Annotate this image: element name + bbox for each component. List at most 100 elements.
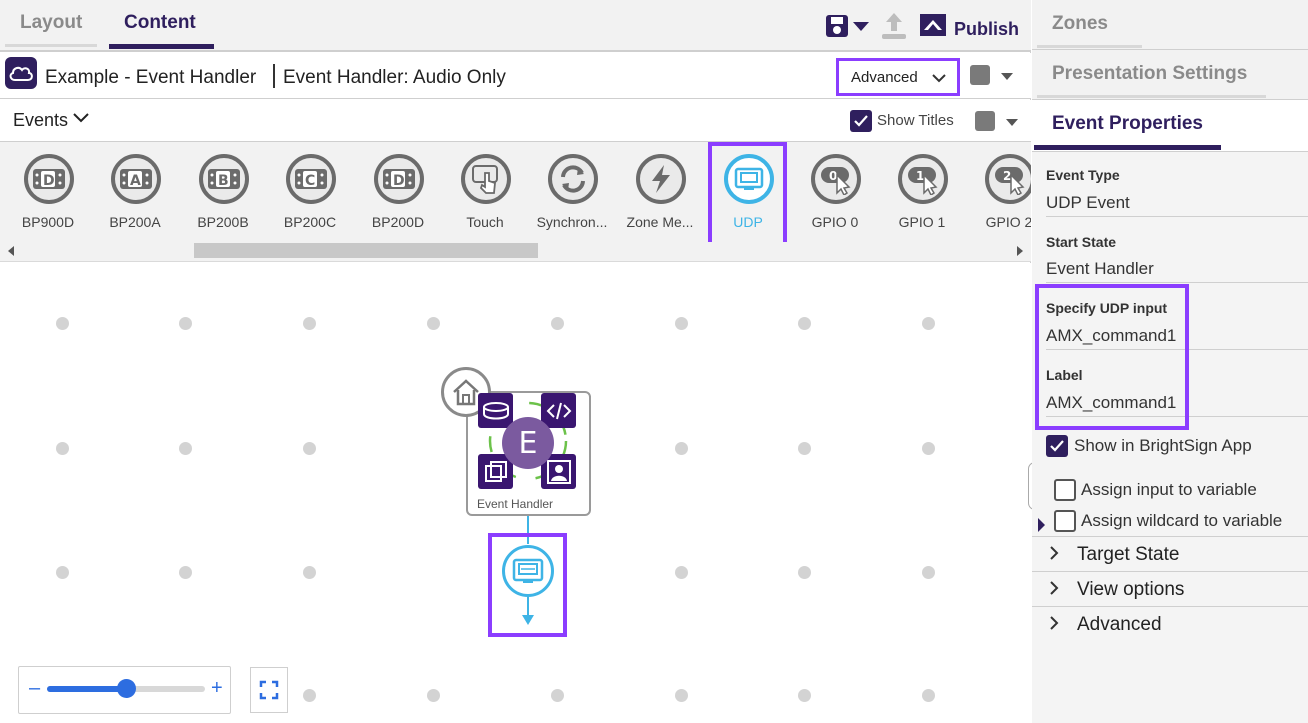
grid-dot <box>303 689 316 702</box>
button-panel-icon: A <box>111 154 161 204</box>
state-canvas[interactable]: E Event Handler – + <box>0 263 1031 723</box>
section-target-state[interactable]: Target State <box>1032 536 1308 571</box>
grid-dot <box>56 317 69 330</box>
palette-item-bp200c[interactable]: C BP200C <box>266 150 354 240</box>
options-square-button[interactable] <box>970 65 990 85</box>
fit-to-screen-button[interactable] <box>250 667 288 713</box>
svg-text:1: 1 <box>916 169 924 183</box>
chevron-right-icon <box>1050 581 1059 595</box>
grid-dot <box>922 689 935 702</box>
state-node-label: Event Handler <box>477 497 554 511</box>
options-square-button[interactable] <box>975 111 995 131</box>
grid-dot <box>798 566 811 579</box>
title-separator <box>273 64 275 88</box>
state-node-letter: E <box>502 417 554 469</box>
show-titles-checkbox[interactable] <box>850 110 872 132</box>
upload-icon[interactable] <box>880 11 908 41</box>
grid-dot <box>675 689 688 702</box>
zoom-slider-fill <box>47 686 126 692</box>
code-icon <box>541 393 576 428</box>
title-bar: Example - Event Handler Event Handler: A… <box>0 53 1031 99</box>
show-in-app-checkbox[interactable] <box>1046 435 1068 457</box>
palette-item-bp200d[interactable]: D BP200D <box>354 150 442 240</box>
assign-input-checkbox[interactable] <box>1054 479 1076 501</box>
zoom-in-button[interactable]: + <box>211 677 223 700</box>
zoom-slider-thumb[interactable] <box>117 679 136 698</box>
grid-dot <box>303 566 316 579</box>
section-advanced-label: Advanced <box>1077 614 1162 635</box>
button-panel-icon: D <box>374 154 424 204</box>
udp-event-node[interactable] <box>502 545 554 597</box>
palette-item-zone-me[interactable]: Zone Me... <box>616 150 704 240</box>
grid-dot <box>922 566 935 579</box>
zoom-control: – + <box>18 666 231 714</box>
divider <box>1046 216 1308 217</box>
palette-item-gpio-2[interactable]: 2 GPIO 2 <box>965 150 1031 240</box>
section-advanced[interactable]: Advanced <box>1032 606 1308 641</box>
tab-event-properties-label: Event Properties <box>1052 113 1203 134</box>
tab-presentation-settings-label: Presentation Settings <box>1052 63 1248 84</box>
events-dropdown[interactable]: Events <box>13 110 68 131</box>
grid-dot <box>675 317 688 330</box>
zoom-out-button[interactable]: – <box>29 677 40 700</box>
caret-down-icon[interactable] <box>1006 119 1018 126</box>
mode-select[interactable]: Advanced <box>836 58 960 96</box>
palette-item-gpio-0[interactable]: 0 GPIO 0 <box>791 150 879 240</box>
grid-dot <box>427 689 440 702</box>
grid-dot <box>798 442 811 455</box>
palette-item-synchron[interactable]: Synchron... <box>528 150 616 240</box>
palette-item-bp900d[interactable]: D BP900D <box>4 150 92 240</box>
tab-zones-label: Zones <box>1052 13 1108 34</box>
scroll-right-arrow[interactable] <box>1017 246 1023 256</box>
caret-down-icon[interactable] <box>1001 73 1013 80</box>
tab-content[interactable]: Content <box>124 12 196 34</box>
show-titles-label: Show Titles <box>877 112 954 129</box>
assign-wildcard-checkbox[interactable] <box>1054 510 1076 532</box>
palette-item-label: GPIO 2 <box>985 214 1031 230</box>
palette-item-bp200b[interactable]: B BP200B <box>179 150 267 240</box>
tab-presentation-settings-underline <box>1037 95 1266 98</box>
content-editor: Layout Content Publish Example - Event H… <box>0 0 1031 723</box>
palette-scroll-thumb[interactable] <box>194 243 538 258</box>
button-panel-icon: B <box>199 154 249 204</box>
tab-layout-underline <box>5 44 97 47</box>
udp-icon <box>512 558 544 583</box>
event-palette: D BP900D A BP200A B BP200B C BP200C D BP200D Touch… <box>0 142 1031 262</box>
scroll-left-arrow[interactable] <box>8 246 14 256</box>
udp-fields-highlight <box>1035 284 1189 430</box>
publish-icon[interactable] <box>918 12 948 40</box>
chevron-down-icon[interactable] <box>72 110 90 126</box>
palette-item-touch[interactable]: Touch <box>441 150 529 240</box>
expand-icon <box>259 680 279 700</box>
tab-layout[interactable]: Layout <box>20 12 82 34</box>
audio-icon <box>478 393 513 428</box>
grid-dot <box>675 566 688 579</box>
publish-button[interactable]: Publish <box>954 19 1019 40</box>
chevron-down-icon[interactable] <box>852 19 870 33</box>
svg-text:A: A <box>130 173 141 189</box>
chevron-down-icon <box>932 74 946 83</box>
tab-zones-underline <box>1037 45 1142 48</box>
grid-dot <box>675 442 688 455</box>
transition-arrowhead <box>522 615 534 625</box>
grid-dot <box>179 566 192 579</box>
tab-event-properties-underline <box>1034 145 1221 150</box>
grid-dot <box>922 442 935 455</box>
mode-select-value: Advanced <box>851 69 918 86</box>
palette-item-bp200a[interactable]: A BP200A <box>91 150 179 240</box>
section-view-options[interactable]: View options <box>1032 571 1308 606</box>
start-state-label: Start State <box>1046 234 1117 250</box>
grid-dot <box>56 442 69 455</box>
cloud-icon[interactable] <box>5 57 37 89</box>
save-icon[interactable] <box>824 13 850 39</box>
tab-zones[interactable]: Zones <box>1032 0 1308 50</box>
transition-arrow-line <box>527 597 529 617</box>
palette-item-gpio-1[interactable]: 1 GPIO 1 <box>878 150 966 240</box>
grid-dot <box>427 317 440 330</box>
tab-presentation-settings[interactable]: Presentation Settings <box>1032 50 1308 100</box>
show-in-app-label: Show in BrightSign App <box>1074 436 1252 455</box>
tab-event-properties[interactable]: Event Properties <box>1032 100 1308 152</box>
event-type-label: Event Type <box>1046 167 1120 183</box>
svg-text:D: D <box>43 173 55 189</box>
side-arrow-icon <box>1038 518 1045 532</box>
